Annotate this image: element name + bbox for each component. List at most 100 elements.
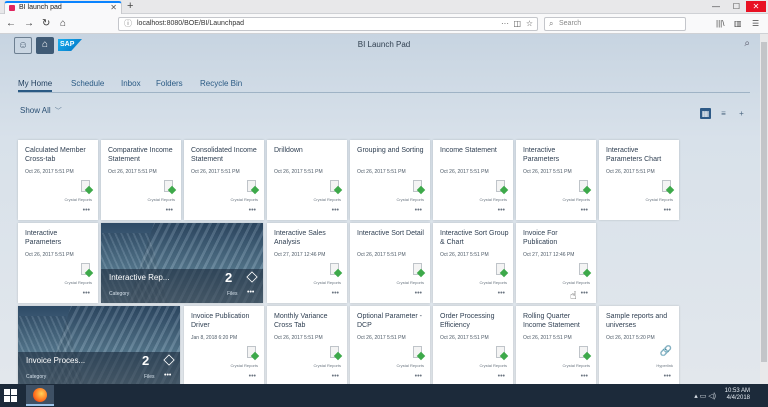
tile-type: Crystal Reports bbox=[230, 363, 258, 368]
tile-date: Oct 26, 2017 5:51 PM bbox=[25, 252, 74, 258]
tab-schedule[interactable]: Schedule bbox=[71, 78, 104, 90]
more-options-button[interactable]: ••• bbox=[166, 207, 173, 214]
scrollbar-thumb[interactable] bbox=[761, 42, 767, 362]
list-view-icon[interactable]: ≡ bbox=[718, 108, 729, 119]
more-options-button[interactable]: ••• bbox=[247, 289, 254, 296]
folder-name: Invoice Proces... bbox=[26, 356, 86, 365]
bookmark-star-icon[interactable]: ☆ bbox=[526, 18, 533, 30]
tile-date: Oct 26, 2017 5:20 PM bbox=[606, 335, 655, 341]
more-options-button[interactable]: ••• bbox=[498, 373, 505, 380]
more-options-button[interactable]: ••• bbox=[332, 207, 339, 214]
report-tile[interactable]: Interactive Sort Group & Chart Oct 26, 20… bbox=[433, 223, 513, 303]
tile-view-icon[interactable]: ▦ bbox=[700, 108, 711, 119]
more-options-button[interactable]: ••• bbox=[249, 373, 256, 380]
firefox-taskbar-icon[interactable] bbox=[26, 385, 54, 406]
more-options-button[interactable]: ••• bbox=[664, 373, 671, 380]
browser-tab[interactable]: BI launch pad ✕ bbox=[4, 1, 122, 14]
report-tile[interactable]: Order Processing Efficiency Oct 26, 2017 … bbox=[433, 306, 513, 386]
more-options-button[interactable]: ••• bbox=[249, 207, 256, 214]
back-button[interactable]: ← bbox=[6, 17, 16, 30]
url-bar[interactable]: ⓘ localhost:8080/BOE/BI/Launchpad ··· ◫ … bbox=[118, 17, 538, 31]
search-icon: ⌕ bbox=[549, 19, 554, 28]
more-options-button[interactable]: ••• bbox=[164, 372, 171, 379]
report-tile[interactable]: Calculated Member Cross-tab Oct 26, 2017 … bbox=[18, 140, 98, 220]
more-options-button[interactable]: ••• bbox=[581, 290, 588, 297]
favicon-icon bbox=[9, 5, 15, 11]
browser-search-input[interactable]: ⌕ Search bbox=[544, 17, 686, 31]
category-folder-tile[interactable]: Interactive Rep... Category 2 Files ••• bbox=[101, 223, 263, 303]
more-options-button[interactable]: ••• bbox=[581, 207, 588, 214]
more-options-button[interactable]: ••• bbox=[498, 207, 505, 214]
report-tile[interactable]: Grouping and Sorting Oct 26, 2017 5:51 PM… bbox=[350, 140, 430, 220]
close-window-button[interactable]: ✕ bbox=[746, 1, 766, 12]
pocket-icon[interactable]: ◫ bbox=[513, 18, 521, 30]
report-tile[interactable]: Consolidated Income Statement Oct 26, 201… bbox=[184, 140, 264, 220]
report-tile[interactable]: Comparative Income Statement Oct 26, 2017… bbox=[101, 140, 181, 220]
tile-type: Crystal Reports bbox=[396, 280, 424, 285]
tile-type: Crystal Reports bbox=[313, 280, 341, 285]
system-clock[interactable]: 10:53 AM 4/4/2018 bbox=[725, 388, 750, 402]
report-tile[interactable]: Invoice Publication Driver Jan 8, 2018 6:… bbox=[184, 306, 264, 386]
report-tile[interactable]: Interactive Parameters Chart Oct 26, 2017… bbox=[599, 140, 679, 220]
report-tile[interactable]: Sample reports and universes Oct 26, 2017… bbox=[599, 306, 679, 386]
crystal-report-icon bbox=[413, 180, 426, 195]
report-tile[interactable]: Interactive Parameters Oct 26, 2017 5:51 … bbox=[516, 140, 596, 220]
tab-inbox[interactable]: Inbox bbox=[121, 78, 141, 90]
tray-icons[interactable]: ▴ ▭ ◁) bbox=[694, 392, 716, 400]
more-options-button[interactable]: ••• bbox=[83, 290, 90, 297]
new-tab-button[interactable]: + bbox=[127, 0, 133, 13]
add-icon[interactable]: + bbox=[736, 108, 747, 119]
forward-button[interactable]: → bbox=[24, 17, 34, 30]
tile-date: Oct 26, 2017 5:51 PM bbox=[274, 169, 323, 175]
view-controls: ▦ ≡ + bbox=[700, 108, 750, 120]
tab-folders[interactable]: Folders bbox=[156, 78, 183, 90]
sidebar-icon[interactable]: ▥ bbox=[734, 18, 742, 30]
more-options-button[interactable]: ••• bbox=[581, 373, 588, 380]
crystal-report-icon bbox=[330, 180, 343, 195]
more-options-button[interactable]: ••• bbox=[415, 290, 422, 297]
report-tile[interactable]: Income Statement Oct 26, 2017 5:51 PM Crys… bbox=[433, 140, 513, 220]
report-tile[interactable]: Invoice For Publication Oct 27, 2017 12:4… bbox=[516, 223, 596, 303]
tile-type: Crystal Reports bbox=[147, 197, 175, 202]
folder-files-label: Files bbox=[144, 374, 155, 380]
maximize-button[interactable]: ☐ bbox=[733, 1, 740, 12]
more-options-button[interactable]: ••• bbox=[415, 207, 422, 214]
show-all-filter[interactable]: Show All ﹀ bbox=[20, 106, 62, 116]
mouse-cursor-icon: ☝ bbox=[570, 290, 577, 302]
crystal-report-icon bbox=[496, 263, 509, 278]
info-icon[interactable]: ⓘ bbox=[124, 18, 132, 30]
more-options-button[interactable]: ••• bbox=[415, 373, 422, 380]
app-search-icon[interactable]: ⌕ bbox=[744, 38, 750, 49]
minimize-button[interactable]: — bbox=[712, 1, 720, 12]
tile-type: Crystal Reports bbox=[396, 197, 424, 202]
report-tile[interactable]: Monthly Variance Cross Tab Oct 26, 2017 5… bbox=[267, 306, 347, 386]
home-button[interactable]: ⌂ bbox=[60, 17, 66, 30]
tab-recycle-bin[interactable]: Recycle Bin bbox=[200, 78, 242, 90]
more-options-button[interactable]: ••• bbox=[498, 290, 505, 297]
report-tile[interactable]: Optional Parameter - DCP Oct 26, 2017 5:5… bbox=[350, 306, 430, 386]
tile-date: Oct 26, 2017 5:51 PM bbox=[440, 335, 489, 341]
page-scrollbar[interactable] bbox=[760, 34, 768, 384]
report-tile[interactable]: Drilldown Oct 26, 2017 5:51 PM Crystal Rep… bbox=[267, 140, 347, 220]
more-options-button[interactable]: ••• bbox=[664, 207, 671, 214]
more-options-button[interactable]: ••• bbox=[332, 290, 339, 297]
folder-files-label: Files bbox=[227, 291, 238, 297]
report-tile[interactable]: Interactive Sort Detail Oct 26, 2017 5:51… bbox=[350, 223, 430, 303]
close-tab-icon[interactable]: ✕ bbox=[110, 3, 117, 13]
category-folder-tile[interactable]: Invoice Proces... Category 2 Files ••• bbox=[18, 306, 180, 386]
tab-my-home[interactable]: My Home bbox=[18, 78, 53, 92]
reload-button[interactable]: ↻ bbox=[42, 17, 50, 30]
more-options-button[interactable]: ••• bbox=[83, 207, 90, 214]
more-actions-icon[interactable]: ··· bbox=[501, 18, 509, 30]
report-tile[interactable]: Interactive Parameters Oct 26, 2017 5:51 … bbox=[18, 223, 98, 303]
tile-title: Sample reports and universes bbox=[606, 313, 668, 329]
crystal-report-icon bbox=[662, 180, 675, 195]
more-options-button[interactable]: ••• bbox=[332, 373, 339, 380]
report-tile[interactable]: Interactive Sales Analysis Oct 27, 2017 1… bbox=[267, 223, 347, 303]
tile-type: Crystal Reports bbox=[562, 363, 590, 368]
tile-date: Oct 26, 2017 5:51 PM bbox=[191, 169, 240, 175]
menu-icon[interactable]: ☰ bbox=[752, 18, 759, 30]
report-tile[interactable]: Rolling Quarter Income Statement Oct 26, … bbox=[516, 306, 596, 386]
windows-start-icon[interactable] bbox=[4, 389, 18, 403]
library-icon[interactable]: |||\ bbox=[716, 18, 724, 30]
